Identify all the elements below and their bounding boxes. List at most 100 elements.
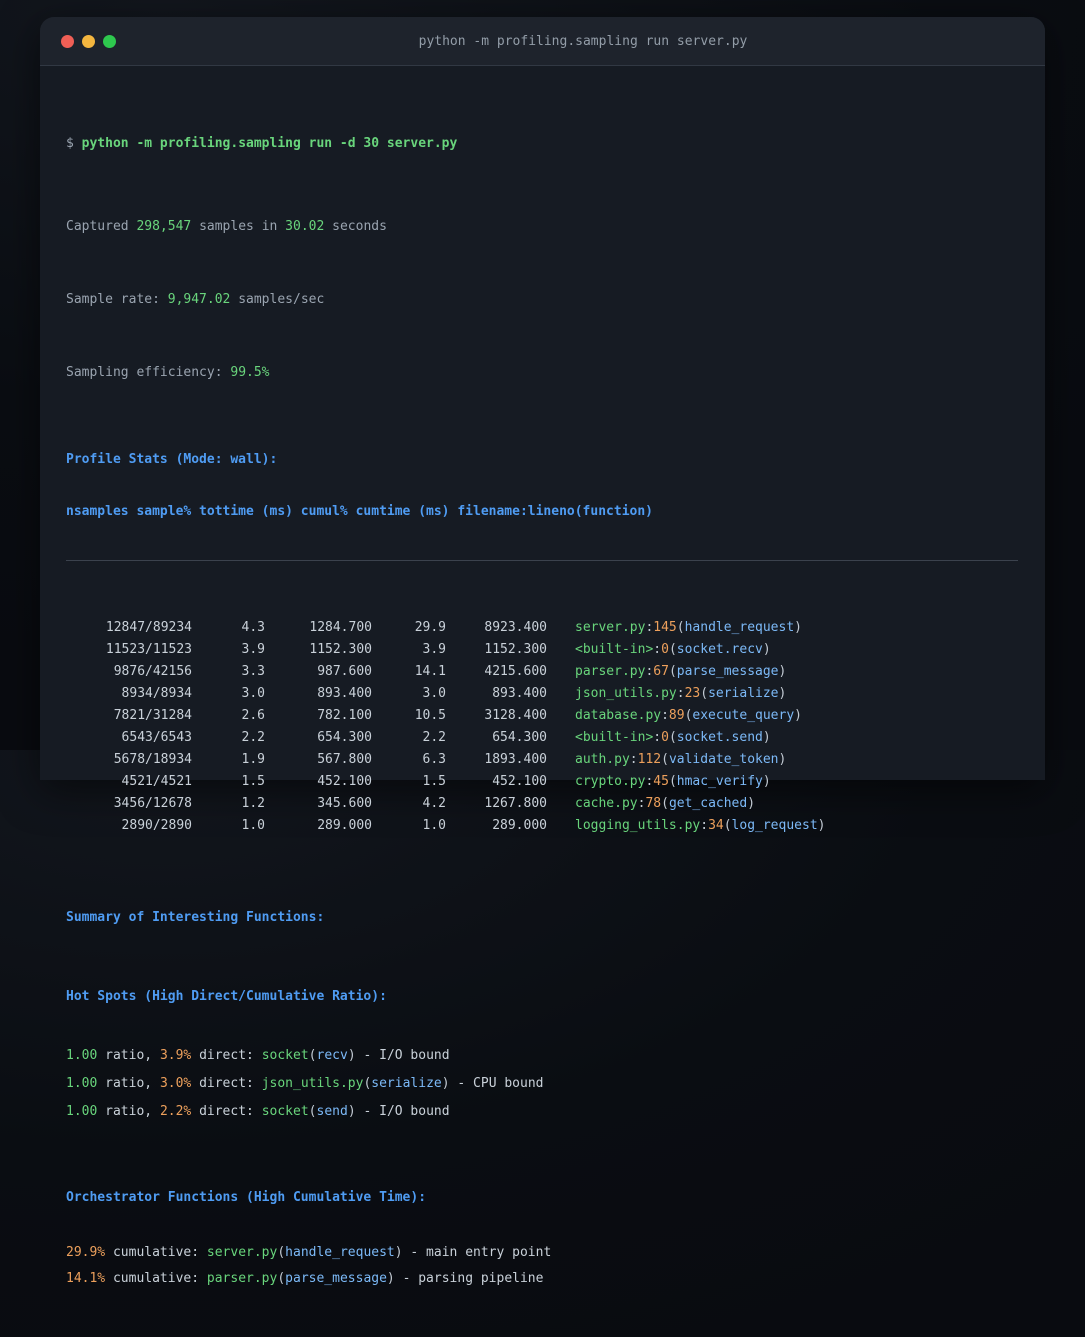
cumtime-cell: 452.100 (492, 774, 547, 789)
hot-spot-row: 1.00 ratio, 2.2% direct: socket(send) - … (66, 1104, 450, 1119)
samples-count: 298,547 (136, 219, 192, 234)
sample-pct-cell: 3.0 (241, 686, 265, 701)
function-name: validate_token (668, 752, 779, 767)
cumul-pct-cell: 6.3 (422, 752, 446, 767)
captured-label: Captured (66, 219, 137, 234)
function-name: recv (316, 1048, 348, 1063)
hot-spot-row: 1.00 ratio, 3.9% direct: socket(recv) - … (66, 1048, 450, 1063)
function-name: send (316, 1104, 348, 1119)
close-button-icon[interactable] (61, 34, 74, 48)
nsamples-cell: 11523/11523 (105, 642, 192, 657)
table-row: 3456/12678 1.2 345.600 4.2 1267.800 cache.py:… (66, 793, 1018, 815)
titlebar[interactable]: python -m profiling.sampling run server.… (40, 17, 1045, 66)
efficiency-line: Sampling efficiency: 99.5% (66, 364, 1018, 382)
sample-pct-cell: 1.9 (241, 752, 265, 767)
profile-table-body: 12847/89234 4.3 1284.700 29.9 8923.400 server… (66, 617, 1018, 837)
cumtime-cell: 654.300 (492, 730, 547, 745)
tottime-cell: 345.600 (317, 796, 372, 811)
table-row: 6543/6543 2.2 654.300 2.2 654.300 <built-in>:… (66, 727, 1018, 749)
line-number: 23 (684, 686, 701, 701)
function-name: parse_message (676, 664, 779, 679)
ratio-value: 1.00 (66, 1076, 98, 1091)
sample-pct-cell: 1.2 (241, 796, 265, 811)
summary-heading: Summary of Interesting Functions: (66, 910, 325, 925)
table-row: 12847/89234 4.3 1284.700 29.9 8923.400 server… (66, 617, 1018, 639)
module-name: json_utils.py (261, 1076, 364, 1091)
sample-pct-cell: 1.5 (241, 774, 265, 789)
line-number: 45 (653, 774, 669, 789)
module-name: parser.py (206, 1271, 278, 1286)
captured-line: Captured 298,547 samples in 30.02 second… (66, 218, 1018, 236)
sample-rate-suffix: samples/sec (230, 292, 325, 307)
captured-mid: samples in (191, 219, 286, 234)
orchestrators-heading: Orchestrator Functions (High Cumulative … (66, 1190, 427, 1205)
bound-note: - I/O bound (355, 1104, 450, 1119)
function-name: handle_request (684, 620, 795, 635)
nsamples-cell: 2890/2890 (121, 818, 192, 833)
nsamples-cell: 7821/31284 (113, 708, 192, 723)
captured-suffix: seconds (324, 219, 387, 234)
line-number: 34 (708, 818, 724, 833)
line-number: 67 (653, 664, 669, 679)
window-title: python -m profiling.sampling run server.… (418, 33, 748, 49)
nsamples-cell: 9876/42156 (113, 664, 192, 679)
seconds-value: 30.02 (285, 219, 325, 234)
nsamples-cell: 5678/18934 (113, 752, 192, 767)
filename: <built-in> (575, 730, 654, 745)
filename: database.py (575, 708, 662, 723)
minimize-button-icon[interactable] (82, 34, 95, 48)
cumtime-cell: 4215.600 (484, 664, 547, 679)
cumul-pct-cell: 3.0 (422, 686, 446, 701)
function-location: database.py:89(execute_query) (575, 708, 802, 723)
maximize-button-icon[interactable] (103, 34, 116, 48)
sample-pct-cell: 1.0 (241, 818, 265, 833)
table-row: 4521/4521 1.5 452.100 1.5 452.100 crypto.py:4… (66, 771, 1018, 793)
function-location: logging_utils.py:34(log_request) (575, 818, 826, 833)
tottime-cell: 893.400 (317, 686, 372, 701)
line-number: 145 (653, 620, 677, 635)
filename: parser.py (575, 664, 646, 679)
cumtime-cell: 893.400 (492, 686, 547, 701)
cumul-pct-cell: 3.9 (422, 642, 446, 657)
module-name: socket (261, 1104, 309, 1119)
role-note: - main entry point (402, 1245, 552, 1260)
sample-pct-cell: 3.9 (241, 642, 265, 657)
function-location: <built-in>:0(socket.send) (575, 730, 771, 745)
prompt: $ (66, 136, 82, 151)
orchestrator-row: 14.1% cumulative: parser.py(parse_messag… (66, 1271, 544, 1286)
function-location: auth.py:112(validate_token) (575, 752, 787, 767)
filename: server.py (575, 620, 646, 635)
nsamples-cell: 8934/8934 (121, 686, 192, 701)
function-location: crypto.py:45(hmac_verify) (575, 774, 771, 789)
module-name: server.py (206, 1245, 278, 1260)
sample-pct-cell: 2.6 (241, 708, 265, 723)
direct-pct: 2.2% (159, 1104, 192, 1119)
direct-pct: 3.0% (159, 1076, 192, 1091)
efficiency-label: Sampling efficiency: (66, 365, 231, 380)
table-header: nsamples sample% tottime (ms) cumul% cum… (66, 504, 653, 519)
function-location: json_utils.py:23(serialize) (575, 686, 787, 701)
line-number: 0 (661, 730, 669, 745)
command-line: $ python -m profiling.sampling run -d 30… (66, 135, 1018, 153)
tottime-cell: 452.100 (317, 774, 372, 789)
cumtime-cell: 1893.400 (484, 752, 547, 767)
cumul-pct-cell: 1.5 (422, 774, 446, 789)
profile-stats-heading: Profile Stats (Mode: wall): (66, 452, 278, 467)
nsamples-cell: 12847/89234 (105, 620, 192, 635)
hot-spots-rows: 1.00 ratio, 3.9% direct: socket(recv) - … (66, 1042, 1018, 1126)
cumul-pct-cell: 29.9 (414, 620, 446, 635)
function-location: server.py:145(handle_request) (575, 620, 802, 635)
line-number: 112 (637, 752, 662, 767)
terminal-window: python -m profiling.sampling run server.… (40, 17, 1045, 1286)
tottime-cell: 987.600 (317, 664, 372, 679)
function-name: hmac_verify (676, 774, 763, 789)
tottime-cell: 782.100 (317, 708, 372, 723)
function-name: serialize (708, 686, 779, 701)
nsamples-cell: 4521/4521 (121, 774, 192, 789)
nsamples-cell: 6543/6543 (121, 730, 192, 745)
filename: logging_utils.py (575, 818, 701, 833)
table-row: 7821/31284 2.6 782.100 10.5 3128.400 database… (66, 705, 1018, 727)
filename: crypto.py (575, 774, 646, 789)
filename: cache.py (575, 796, 638, 811)
line-number: 0 (661, 642, 669, 657)
